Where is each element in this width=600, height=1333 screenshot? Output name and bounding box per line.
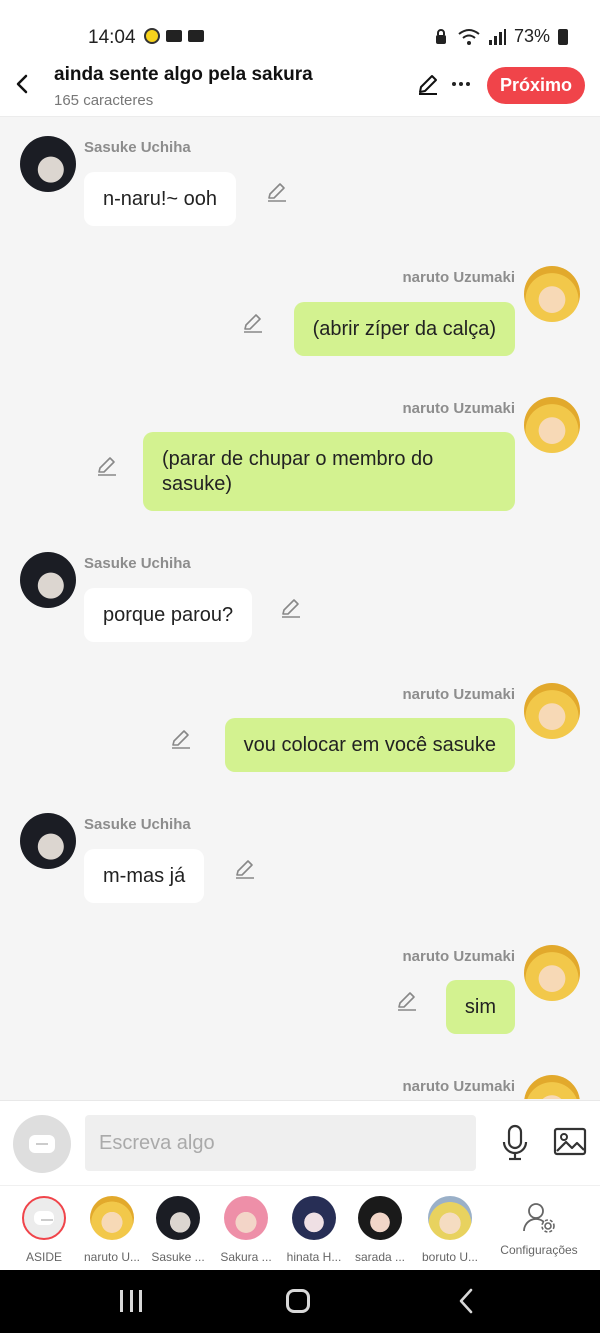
character-label: Configurações [500,1243,578,1257]
message-bubble[interactable]: (parar de chupar o membro do sasuke) [143,432,515,511]
youtube-icon [188,30,204,42]
next-button[interactable]: Próximo [487,67,585,104]
avatar-boruto [428,1196,472,1240]
chat-message: naruto Uzumaki [0,1075,600,1099]
sender-name: naruto Uzumaki [402,400,515,417]
avatar-hinata [292,1196,336,1240]
character-label: Sakura ... [220,1250,272,1264]
character-label: boruto U... [421,1250,479,1264]
sender-name: naruto Uzumaki [402,269,515,286]
edit-message-icon[interactable] [234,858,256,880]
chat-header: ainda sente algo pela sakura 165 caracte… [0,60,600,117]
aside-icon [22,1196,66,1240]
user-settings-icon [523,1203,555,1233]
status-time: 14:04 [88,27,136,48]
message-bubble[interactable]: n-naru!~ ooh [84,172,236,226]
chat-bubble-icon [29,1135,55,1153]
chat-message: naruto Uzumaki vou colocar em você sasuk… [0,683,600,783]
avatar-naruto[interactable] [524,1075,580,1099]
microphone-button[interactable] [500,1123,530,1163]
more-dots-icon [452,82,470,86]
sender-name: Sasuke Uchiha [84,555,191,572]
avatar-sasuke[interactable] [20,813,76,869]
back-arrow-icon [459,1288,473,1314]
edit-message-icon[interactable] [242,312,264,334]
edit-message-icon[interactable] [396,990,418,1012]
system-navigation-bar [0,1270,600,1333]
back-button[interactable] [10,70,34,98]
nav-back-button[interactable] [456,1286,476,1322]
battery-icon [558,28,568,45]
wifi-icon [458,28,480,45]
edit-message-icon[interactable] [96,455,118,477]
message-bubble[interactable]: m-mas já [84,849,205,903]
sender-name: naruto Uzumaki [402,1078,515,1095]
character-sasuke[interactable]: Sasuke ... [148,1194,208,1264]
avatar-naruto[interactable] [524,945,580,1001]
pencil-icon [419,75,437,95]
message-bubble[interactable]: sim [445,980,515,1034]
character-count: 165 caracteres [54,92,154,109]
page-title: ainda sente algo pela sakura [54,64,313,85]
avatar-sasuke [156,1196,200,1240]
chevron-left-icon [16,74,28,94]
message-bubble[interactable]: porque parou? [84,588,253,642]
avatar-sakura [224,1196,268,1240]
character-boruto[interactable]: boruto U... [420,1194,480,1264]
character-hinata[interactable]: hinata H... [284,1194,344,1264]
avatar-sasuke[interactable] [20,136,76,192]
character-bar: ASIDE naruto U... Sasuke ... Sakura ... … [0,1185,600,1271]
edit-message-icon[interactable] [280,597,302,619]
character-label: hinata H... [286,1250,342,1264]
message-bubble[interactable]: vou colocar em você sasuke [224,718,515,772]
character-label: ASIDE [25,1250,62,1264]
image-icon [553,1127,587,1156]
sender-name: naruto Uzumaki [402,686,515,703]
microphone-icon [502,1124,528,1161]
avatar-naruto [90,1196,134,1240]
chat-message: naruto Uzumaki sim [0,945,600,1045]
character-sarada[interactable]: sarada ... [350,1194,410,1264]
message-composer [0,1100,600,1186]
sender-name: Sasuke Uchiha [84,816,191,833]
character-sakura[interactable]: Sakura ... [216,1194,276,1264]
edit-message-icon[interactable] [170,728,192,750]
character-label: Sasuke ... [151,1250,205,1264]
chat-message: Sasuke Uchiha porque parou? [0,552,600,652]
avatar-sasuke[interactable] [20,552,76,608]
edit-title-button[interactable] [416,72,440,96]
message-input[interactable] [85,1115,476,1171]
chat-message: Sasuke Uchiha n-naru!~ ooh [0,136,600,236]
signal-icon [488,28,506,45]
sender-name: Sasuke Uchiha [84,139,191,156]
app-notification-icon [144,28,160,44]
character-naruto[interactable]: naruto U... [82,1194,142,1264]
settings-button[interactable]: Configurações [498,1194,580,1257]
chat-message: Sasuke Uchiha m-mas já [0,813,600,913]
video-camera-icon [166,30,182,42]
home-button[interactable] [286,1289,310,1313]
battery-level: 73% [513,26,550,46]
chat-messages[interactable]: Sasuke Uchiha n-naru!~ ooh naruto Uzumak… [0,116,600,1099]
avatar-naruto[interactable] [524,266,580,322]
edit-message-icon[interactable] [266,181,288,203]
message-bubble[interactable]: (abrir zíper da calça) [293,302,515,356]
image-button[interactable] [553,1126,587,1158]
avatar-naruto[interactable] [524,397,580,453]
sender-name: naruto Uzumaki [402,948,515,965]
character-label: naruto U... [83,1250,141,1264]
notification-icons [144,28,204,44]
avatar-sarada [358,1196,402,1240]
character-label: sarada ... [354,1250,406,1264]
chat-message: naruto Uzumaki (parar de chupar o membro… [0,397,600,517]
aside-toggle-button[interactable] [13,1115,71,1173]
lock-icon [435,28,446,44]
status-bar: 14:04 73% [0,0,600,60]
system-status: 73% [432,26,568,47]
character-aside[interactable]: ASIDE [14,1194,74,1264]
more-options-button[interactable] [450,70,472,98]
chat-message: naruto Uzumaki (abrir zíper da calça) [0,266,600,366]
avatar-naruto[interactable] [524,683,580,739]
recents-button[interactable] [120,1290,142,1312]
